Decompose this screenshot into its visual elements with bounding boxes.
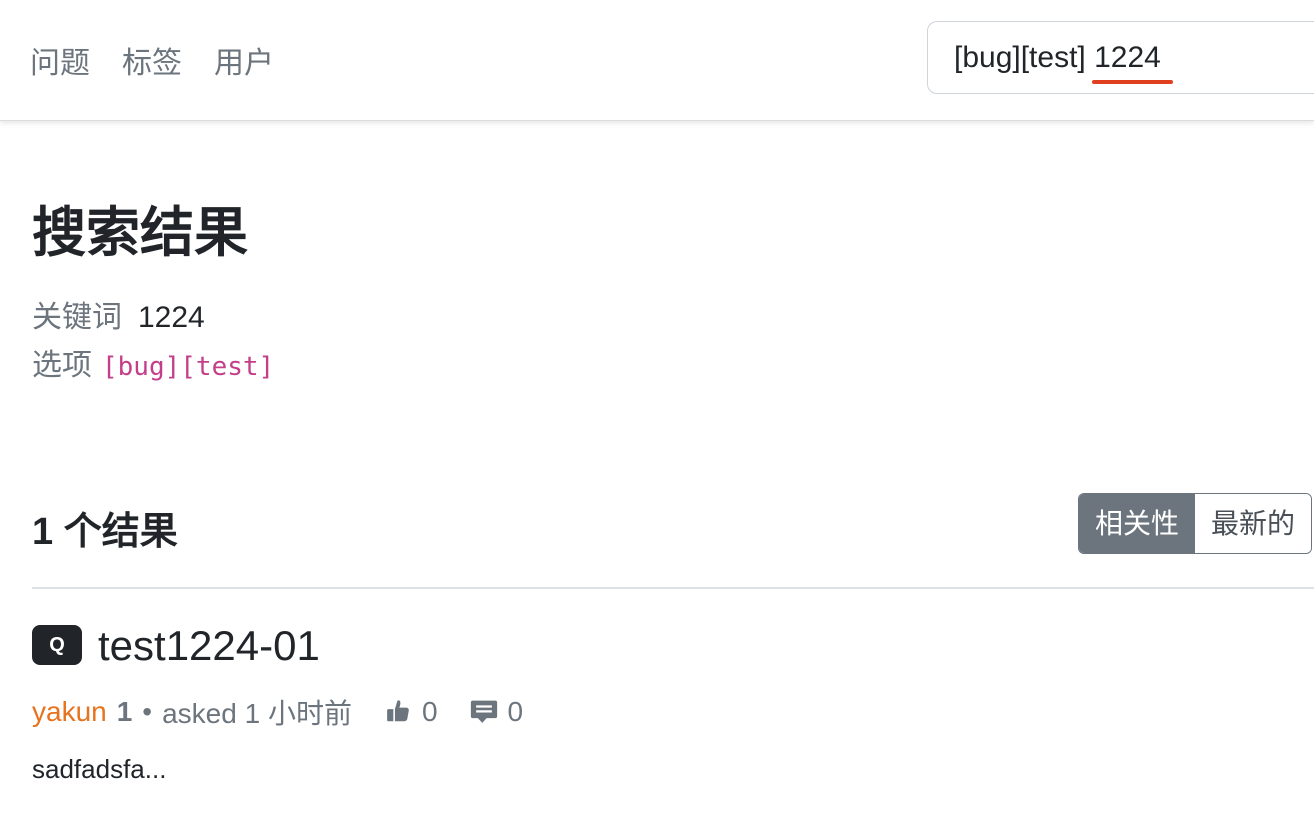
options-value: [bug][test] xyxy=(102,352,275,382)
author-link[interactable]: yakun xyxy=(32,696,107,728)
search-input[interactable]: [bug][test] 1224 xyxy=(927,21,1314,94)
sort-newest-button[interactable]: 最新的 xyxy=(1195,494,1312,553)
nav-tags-link[interactable]: 标签 xyxy=(122,38,182,82)
question-title-link[interactable]: test1224-01 xyxy=(98,622,320,670)
results-count: 1 个结果 xyxy=(32,511,178,553)
main-nav: 问题 标签 用户 xyxy=(30,38,274,82)
asked-time: asked 1 小时前 xyxy=(162,698,352,729)
sort-toggle-group: 相关性 最新的 xyxy=(1078,493,1313,554)
author-reputation: 1 xyxy=(116,696,133,727)
answers-stat: 0 xyxy=(470,696,524,728)
search-options-text: [bug][test] xyxy=(954,41,1086,74)
keyword-label: 关键词 xyxy=(32,301,122,334)
top-navbar: 问题 标签 用户 [bug][test] 1224 xyxy=(0,0,1314,121)
spellcheck-underline xyxy=(1092,80,1173,84)
question-excerpt: sadfadsfa... xyxy=(32,754,167,784)
thumbs-up-icon xyxy=(386,699,422,725)
search-keyword-text: 1224 xyxy=(1094,41,1161,74)
comment-icon xyxy=(470,698,508,726)
question-badge: Q xyxy=(32,625,82,665)
votes-count: 0 xyxy=(421,696,438,727)
nav-users-link[interactable]: 用户 xyxy=(214,38,274,82)
keyword-value: 1224 xyxy=(138,301,205,334)
options-line: 选项 [bug][test] xyxy=(32,340,274,384)
search-keyword: 1224 xyxy=(1092,41,1173,84)
answers-count: 0 xyxy=(507,696,524,727)
options-label: 选项 xyxy=(32,349,92,382)
nav-questions-link[interactable]: 问题 xyxy=(30,38,90,82)
sort-relevance-button[interactable]: 相关性 xyxy=(1079,494,1196,553)
meta-separator: • xyxy=(142,696,153,727)
results-divider xyxy=(32,587,1314,589)
question-meta: yakun 1 • asked 1 小时前 0 0 xyxy=(32,692,523,732)
page-title: 搜索结果 xyxy=(32,203,248,263)
keyword-line: 关键词 1224 xyxy=(32,292,205,336)
votes-stat: 0 xyxy=(386,696,438,728)
search-input-value: [bug][test] 1224 xyxy=(954,41,1173,84)
